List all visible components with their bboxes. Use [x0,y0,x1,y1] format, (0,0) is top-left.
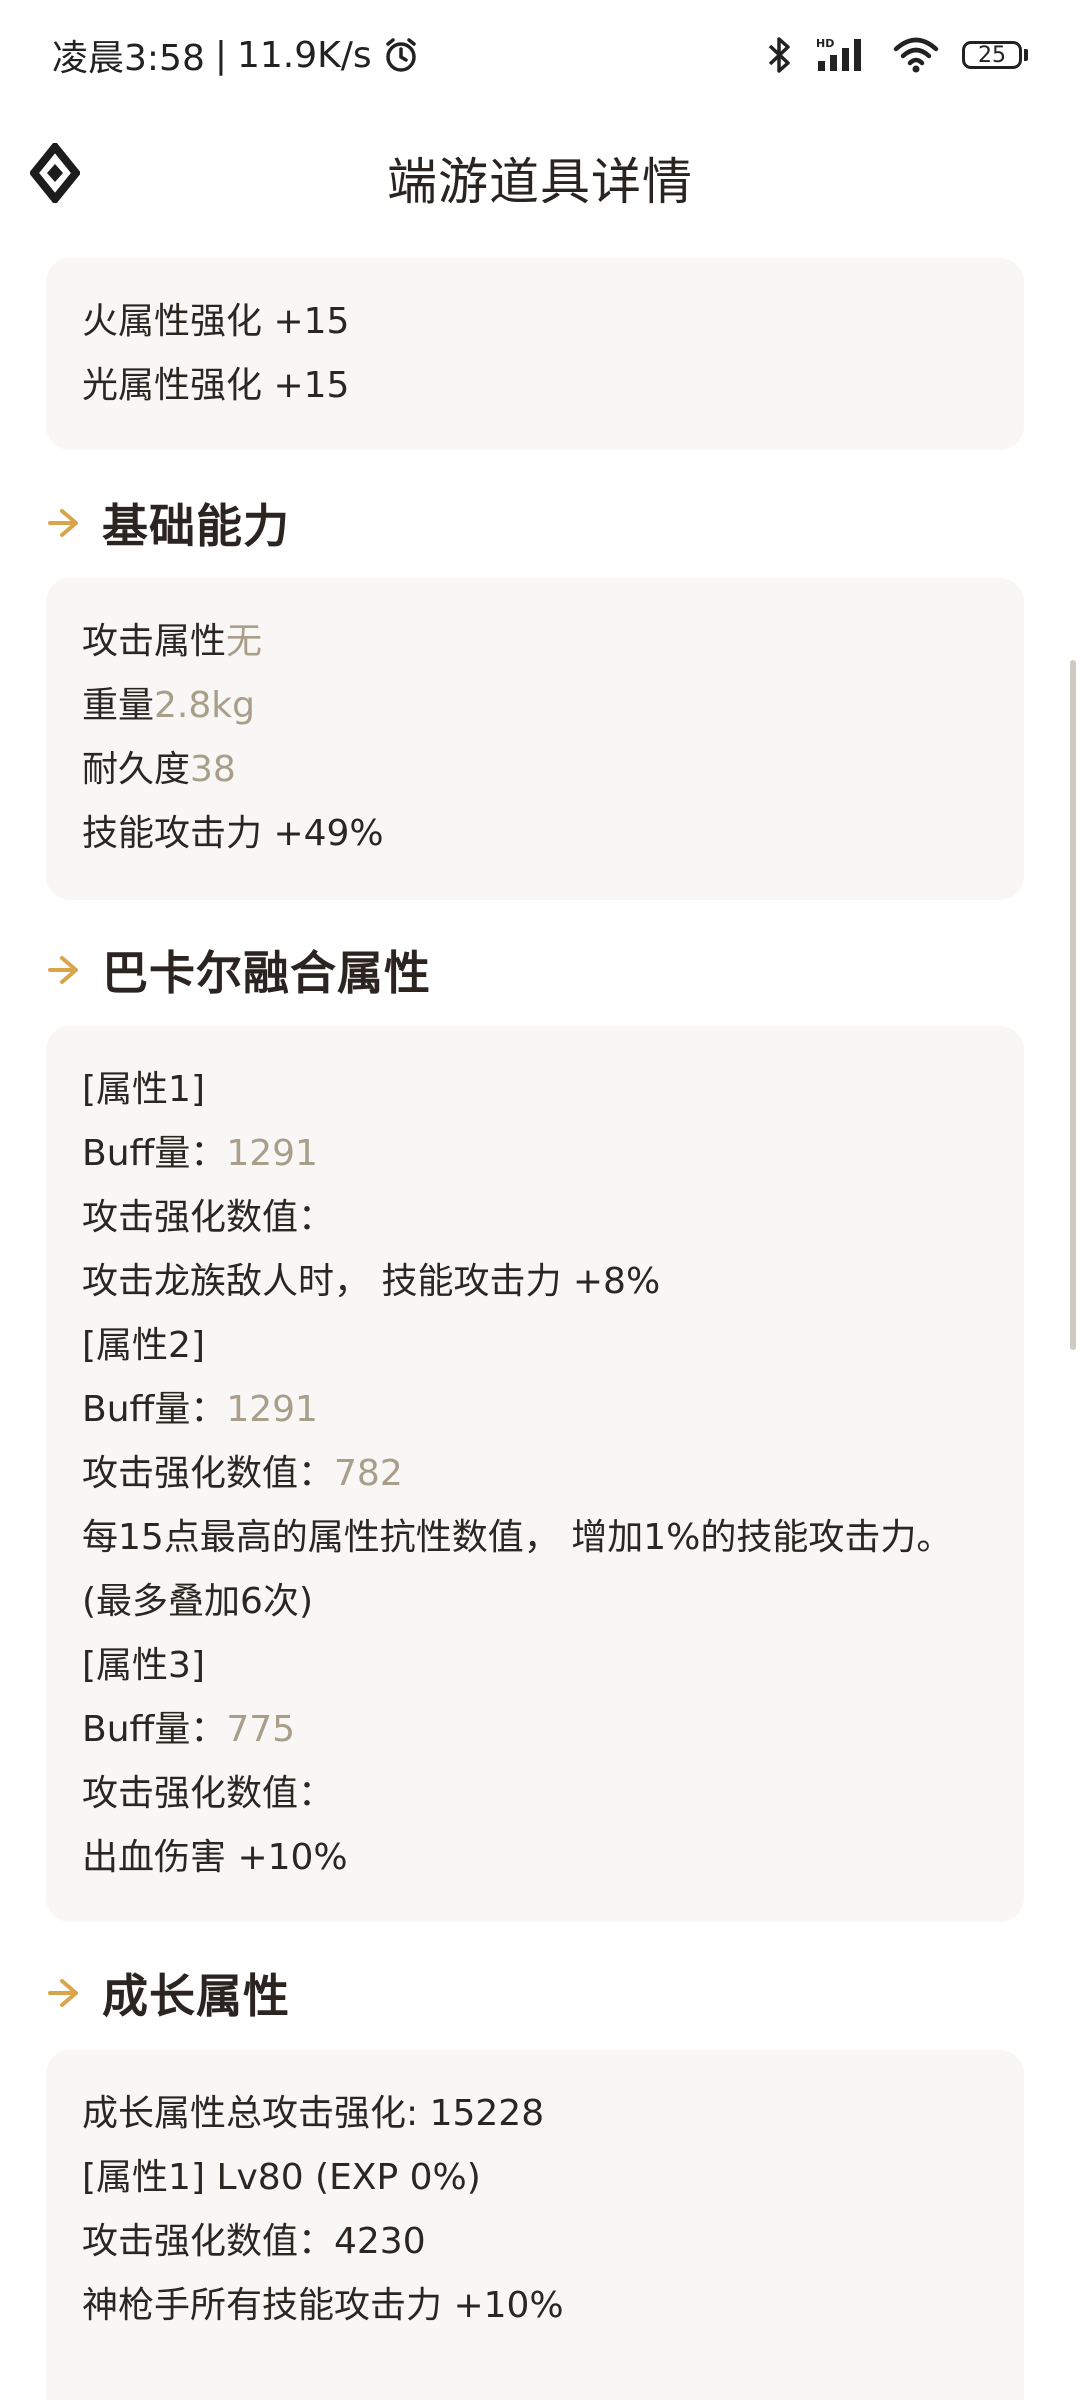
card-line: [属性3] [82,1645,205,1686]
status-right: HD 25 [764,35,1028,75]
bluetooth-icon [768,37,790,73]
card-line: 火属性强化 +15 [82,301,350,342]
card-line: 神枪手所有技能攻击力 +10% [82,2285,564,2326]
status-left: 凌晨3:58 | 11.9K/s [52,29,420,81]
section-growth-header: 成长属性 [46,1958,290,2028]
card-line: 攻击强化数值：4230 [82,2221,426,2262]
battery-level: 25 [978,42,1006,68]
section-title: 基础能力 [102,499,290,553]
card-line: 重量2.8kg [82,685,255,726]
card-line: 每15点最高的属性抗性数值， 增加1%的技能攻击力。 [82,1517,953,1558]
status-time: 凌晨3:58 [52,38,205,79]
growth-card: 成长属性总攻击强化: 15228 [属性1] Lv80 (EXP 0%) 攻击强… [46,2050,1024,2400]
card-line: 攻击强化数值： [82,1773,335,1814]
app-header: 端游道具详情 [0,110,1080,245]
battery-icon: 25 [962,41,1028,69]
card-line: 成长属性总攻击强化: 15228 [82,2093,545,2134]
status-divider: | [214,34,227,76]
wifi-icon [893,37,939,73]
card-line: 光属性强化 +15 [82,365,350,406]
fusion-card: [属性1] Buff量：1291 攻击强化数值： 攻击龙族敌人时， 技能攻击力 … [46,1026,1024,1922]
signal-icon: HD [816,37,861,71]
card-line: Buff量：1291 [82,1133,318,1174]
card-line: 攻击属性无 [82,621,263,662]
basic-card: 攻击属性无 重量2.8kg 耐久度38 技能攻击力 +49% [46,578,1024,900]
svg-text:HD: HD [816,37,834,50]
section-fusion-header: 巴卡尔融合属性 [46,935,431,1005]
arrow-right-icon [48,509,78,537]
section-basic-header: 基础能力 [46,488,290,558]
arrow-right-icon [48,956,78,984]
card-line: (最多叠加6次) [82,1581,313,1622]
card-line: [属性2] [82,1325,205,1366]
card-line: 耐久度38 [82,749,236,790]
status-speed: 11.9K/s [236,34,372,76]
card-line: 攻击龙族敌人时， 技能攻击力 +8% [82,1261,661,1302]
section-title: 巴卡尔融合属性 [102,946,431,1000]
card-line: 攻击强化数值： [82,1197,335,1238]
section-title: 成长属性 [102,1969,290,2023]
card-line: 出血伤害 +10% [82,1837,348,1878]
status-bar: 凌晨3:58 | 11.9K/s HD 25 [0,0,1080,110]
card-line: Buff量：775 [82,1709,296,1750]
card-line: [属性1] [82,1069,205,1110]
scrollbar[interactable] [1070,660,1076,1350]
elements-card: 火属性强化 +15 光属性强化 +15 [46,258,1024,450]
card-line: [属性1] Lv80 (EXP 0%) [82,2157,481,2198]
page-title: 端游道具详情 [387,152,693,211]
alarm-icon [385,38,416,72]
card-line: 攻击强化数值：782 [82,1453,403,1494]
diamond-logo-icon[interactable] [30,143,80,203]
card-line: Buff量：1291 [82,1389,318,1430]
card-line: 技能攻击力 +49% [82,813,384,854]
arrow-right-icon [48,1979,78,2007]
